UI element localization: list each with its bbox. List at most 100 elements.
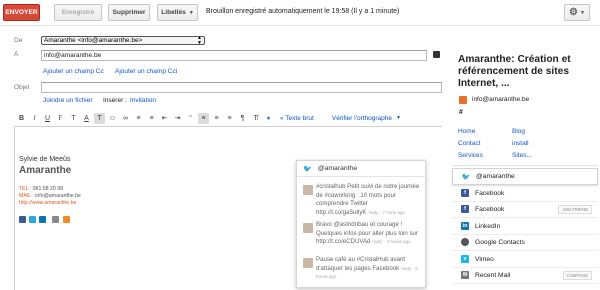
sidebar-item-label: Facebook [475, 189, 505, 197]
sidebar-item-facebook-friend[interactable]: f Facebook ADD FRIEND [452, 201, 598, 218]
sidebar-link[interactable]: Contact [458, 140, 480, 147]
image-icon[interactable]: ● [263, 113, 274, 124]
facebook-icon[interactable] [19, 216, 26, 223]
sidebar-title[interactable]: Amaranthe: Création et référencement de … [458, 54, 596, 90]
signature-mail: MAIL : info@amaranthe.be [19, 193, 81, 199]
sidebar-item-linkedin[interactable]: in LinkedIn [452, 218, 598, 235]
remove-format-icon[interactable]: T̸ [250, 113, 261, 124]
mail-value: info@amaranthe.be [35, 193, 81, 199]
delete-button[interactable]: Supprimer [108, 4, 150, 21]
twitter-popup: 🐦 @amaranthe #cristalhub Petit suivi de … [296, 160, 427, 288]
twitter-icon: 🐦 [461, 173, 471, 181]
linkedin-icon: in [461, 222, 469, 230]
tweet-item: Pause café au #CristalHub avant d'attaqu… [301, 256, 423, 286]
compose-button[interactable]: COMPOSE [562, 270, 592, 280]
from-select[interactable]: Amaranthe <info@amaranthe.be> ▲ ▼ [41, 35, 205, 46]
sidebar-link[interactable]: Services [458, 152, 483, 159]
bold-icon[interactable]: B [16, 113, 27, 124]
underline-icon[interactable]: U [42, 113, 53, 124]
bulleted-list-icon[interactable]: ≡ [146, 113, 157, 124]
tweet-text: Pause café au #CristalHub avant d'attaqu… [316, 256, 406, 272]
signature-name: Sylvie de Meeûs [19, 156, 71, 163]
google-contacts-icon [461, 238, 469, 246]
draft-status: Brouillon enregistré automatiquement le … [206, 8, 400, 15]
indent-less-icon[interactable]: ⇤ [159, 113, 170, 124]
saved-button[interactable]: Enregistré [54, 4, 102, 21]
add-friend-button[interactable]: ADD FRIEND [558, 204, 592, 214]
avatar [303, 258, 313, 268]
popup-header: 🐦 @amaranthe [297, 161, 427, 177]
insert-label: Insérer : [103, 97, 127, 104]
sidebar-item-google-contacts[interactable]: Google Contacts [452, 234, 598, 251]
gear-icon: ⚙ [569, 7, 578, 18]
twitter-icon[interactable] [29, 216, 36, 223]
hash-label: # [459, 109, 463, 116]
mail-icon: ✉ [461, 271, 469, 279]
to-field[interactable]: info@amaranthe.be [41, 50, 427, 61]
italic-icon[interactable]: I [29, 113, 40, 124]
font-size-icon[interactable]: T [68, 113, 79, 124]
rtl-icon[interactable]: ¶ [237, 113, 248, 124]
sidebar-item-label: Recent Mail [475, 271, 511, 279]
from-value: Amaranthe <info@amaranthe.be> [44, 37, 143, 44]
emoji-icon[interactable]: ☺ [107, 113, 118, 124]
invitation-link[interactable]: Invitation [130, 97, 156, 104]
mail-key: MAIL : [19, 193, 34, 199]
add-cc-link[interactable]: Ajouter un champ Cc [43, 68, 104, 75]
avatar [303, 185, 313, 195]
share-icon[interactable] [52, 216, 59, 223]
tweet-item: Bravo @astridribau et courage ! Quelques… [301, 221, 423, 257]
plain-text-link[interactable]: « Texte brut [280, 115, 314, 122]
chevron-down-icon: ▼ [188, 9, 194, 16]
rss-icon[interactable] [63, 216, 70, 223]
labels-button[interactable]: Libellés ▼ [157, 4, 198, 21]
popup-handle[interactable]: @amaranthe [318, 165, 357, 172]
divider [452, 165, 598, 166]
quote-icon[interactable]: “ [185, 113, 196, 124]
attach-file-link[interactable]: Joindre un fichier [43, 97, 93, 104]
sidebar-link[interactable]: Sites... [512, 152, 532, 159]
select-arrows-icon: ▲ ▼ [197, 35, 202, 46]
sidebar-item-facebook[interactable]: f Facebook [452, 185, 598, 202]
add-bcc-link[interactable]: Ajouter un champ Cci [115, 68, 177, 75]
settings-button[interactable]: ⚙ ▼ [564, 4, 590, 21]
sidebar-item-twitter[interactable]: 🐦 @amaranthe [452, 168, 598, 185]
to-label: À [14, 51, 19, 58]
signature-company: Amaranthe [19, 165, 72, 176]
sidebar-item-label: Facebook [475, 205, 505, 213]
format-toolbar: B I U F T A T ☺ ∞ ≡ ≡ ⇤ ⇥ “ ≡ ≡ ≡ ¶ T̸ ●… [16, 112, 401, 124]
avatar [303, 223, 313, 233]
vimeo-icon: v [461, 255, 469, 263]
link-icon[interactable]: ∞ [120, 113, 131, 124]
sidebar-email[interactable]: info@amaranthe.be [472, 96, 529, 103]
contact-card-icon[interactable] [433, 51, 440, 58]
align-left-icon[interactable]: ≡ [198, 112, 209, 124]
spellcheck-link[interactable]: Vérifier l'orthographe [332, 115, 392, 122]
indent-more-icon[interactable]: ⇥ [172, 113, 183, 124]
subject-field[interactable] [41, 82, 442, 93]
labels-label: Libellés [161, 9, 186, 16]
facebook-icon: f [461, 189, 469, 197]
email-icon [459, 96, 467, 104]
subject-label: Objet [14, 84, 30, 91]
highlight-icon[interactable]: T [94, 112, 105, 124]
send-button[interactable]: ENVOYER [3, 4, 40, 21]
sidebar-item-vimeo[interactable]: v Vimeo [452, 251, 598, 268]
sidebar-item-recent-mail[interactable]: ✉ Recent Mail COMPOSE [452, 267, 598, 284]
align-center-icon[interactable]: ≡ [211, 113, 222, 124]
from-label: De [14, 37, 23, 44]
sidebar-link[interactable]: Blog [512, 128, 525, 135]
sidebar-link[interactable]: install [512, 140, 529, 147]
chevron-down-icon: ▼ [580, 9, 585, 16]
sidebar-link[interactable]: Home [458, 128, 475, 135]
numbered-list-icon[interactable]: ≡ [133, 113, 144, 124]
web-link[interactable]: http://www.amaranthe.be [19, 200, 76, 206]
sidebar-item-label: LinkedIn [475, 222, 501, 230]
tweet-meta: reply · 7 mins ago [368, 209, 405, 215]
align-right-icon[interactable]: ≡ [224, 113, 235, 124]
facebook-icon: f [461, 205, 469, 213]
text-color-icon[interactable]: A [81, 113, 92, 124]
sidebar-item-label: Google Contacts [475, 238, 525, 246]
linkedin-icon[interactable] [39, 216, 46, 223]
font-family-icon[interactable]: F [55, 113, 66, 124]
